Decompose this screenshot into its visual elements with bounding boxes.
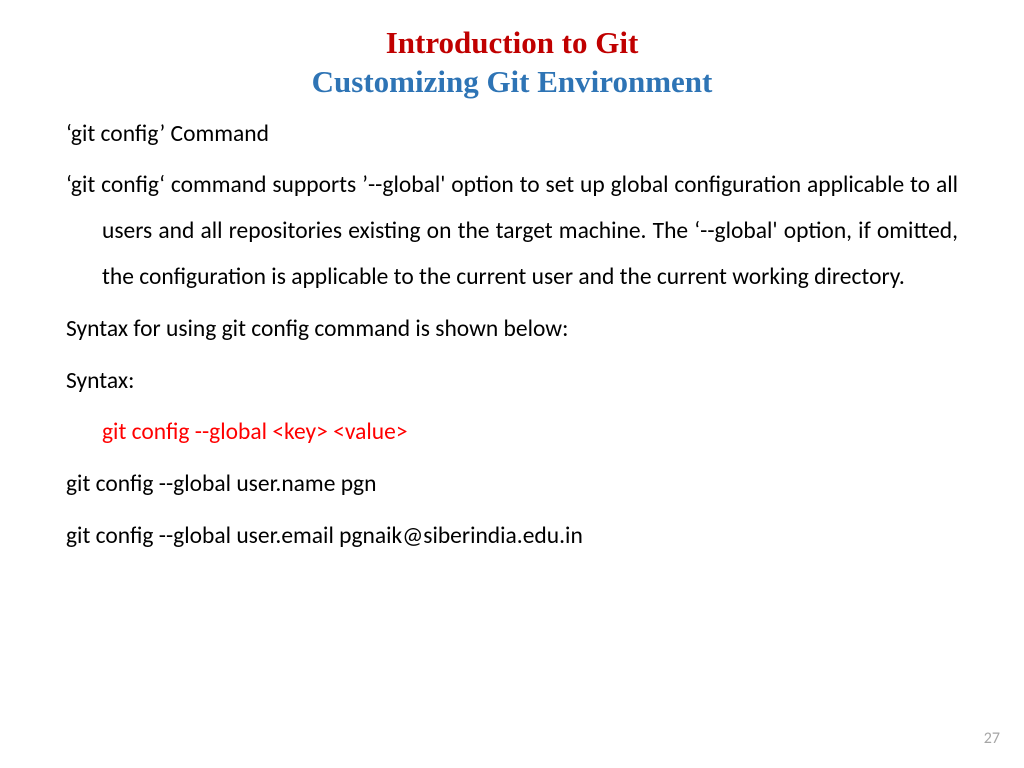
example-2: git config --global user.email pgnaik@si…: [66, 514, 958, 560]
slide-title-sub: Customizing Git Environment: [66, 63, 958, 102]
syntax-intro: Syntax for using git config command is s…: [66, 307, 958, 353]
slide: Introduction to Git Customizing Git Envi…: [0, 0, 1024, 768]
body-heading: ‘git config’ Command: [66, 112, 958, 158]
syntax-label: Syntax:: [66, 359, 958, 405]
slide-title-main: Introduction to Git: [66, 24, 958, 63]
body-paragraph: ‘git config‘ command supports ’--global'…: [66, 163, 958, 300]
slide-body: ‘git config’ Command ‘git config‘ comman…: [66, 112, 958, 560]
syntax-code: git config --global <key> <value>: [66, 410, 958, 456]
title-block: Introduction to Git Customizing Git Envi…: [66, 24, 958, 102]
page-number: 27: [984, 729, 1000, 748]
example-1: git config --global user.name pgn: [66, 462, 958, 508]
